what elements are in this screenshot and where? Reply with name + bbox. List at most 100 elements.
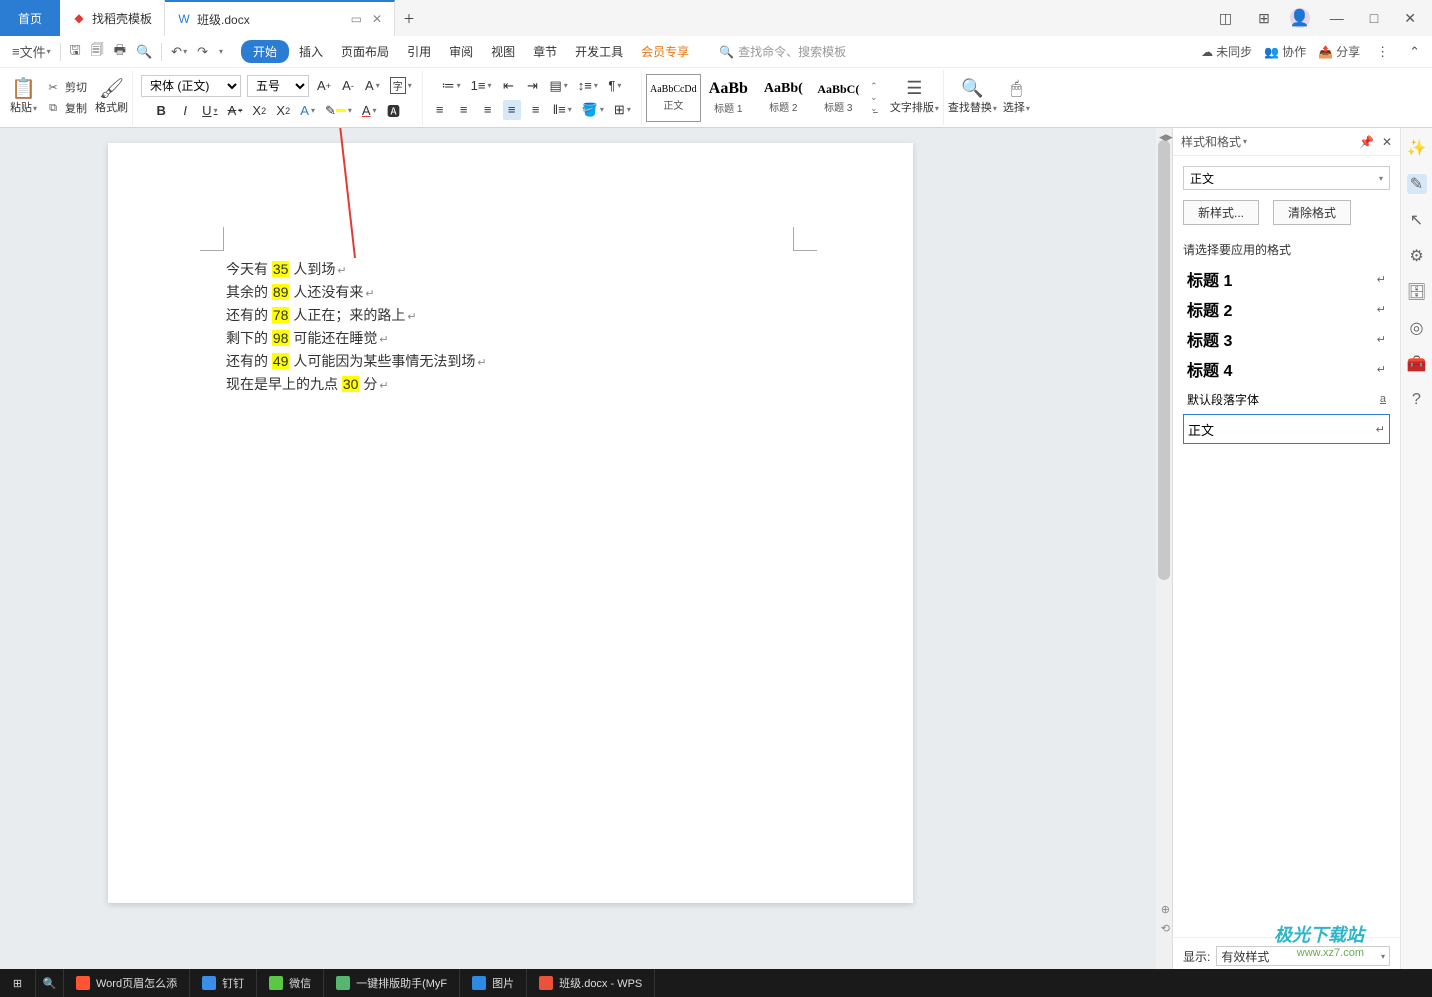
font-color-icon[interactable]: A xyxy=(360,101,379,121)
align-right-icon[interactable]: ≡ xyxy=(479,100,497,120)
display-filter-select[interactable]: 有效样式 ▾ xyxy=(1216,946,1390,966)
font-name-select[interactable]: 宋体 (正文) xyxy=(141,75,241,97)
shading-icon[interactable]: 🪣 xyxy=(580,100,606,120)
taskbar-item[interactable]: Word页眉怎么添 xyxy=(64,969,190,997)
menu-insert[interactable]: 插入 xyxy=(291,39,331,64)
select-tool-icon[interactable]: ↖ xyxy=(1407,210,1427,230)
collab-button[interactable]: 👥协作 xyxy=(1264,43,1306,60)
share-button[interactable]: 📤分享 xyxy=(1318,43,1360,60)
window-close-button[interactable]: ✕ xyxy=(1398,6,1422,31)
pane-pin-icon[interactable]: 📌 xyxy=(1359,135,1374,149)
font-size-select[interactable]: 五号 xyxy=(247,75,309,97)
zoom-tools2-icon[interactable]: ⟲ xyxy=(1161,922,1170,935)
menu-page-layout[interactable]: 页面布局 xyxy=(333,39,397,64)
style-list-item[interactable]: 标题 1↵ xyxy=(1183,264,1390,294)
document-canvas[interactable]: 今天有 35 人到场↵其余的 89 人还没有来↵还有的 78 人正在；来的路上↵… xyxy=(0,128,1172,997)
change-case-icon[interactable]: A xyxy=(363,76,382,96)
border-icon[interactable]: ⊞ xyxy=(612,100,633,120)
menu-member[interactable]: 会员专享 xyxy=(633,39,697,64)
assistant-icon[interactable]: ✨ xyxy=(1407,138,1427,158)
style-heading1[interactable]: AaBb 标题 1 xyxy=(701,74,756,122)
find-replace-button[interactable]: 🔍 查找替换▾ xyxy=(948,81,997,115)
doc-line[interactable]: 其余的 89 人还没有来↵ xyxy=(226,282,487,305)
maximize-button[interactable]: □ xyxy=(1364,6,1384,30)
para-marks-icon[interactable]: ¶ xyxy=(606,76,624,96)
align-center-icon[interactable]: ≡ xyxy=(455,100,473,120)
taskbar-item[interactable]: 班级.docx - WPS xyxy=(527,969,655,997)
gallery-down-icon[interactable]: ⌄ xyxy=(868,92,880,103)
doc-line[interactable]: 剩下的 98 可能还在睡觉↵ xyxy=(226,328,487,351)
style-list-item[interactable]: 标题 3↵ xyxy=(1183,324,1390,354)
style-list-item[interactable]: 标题 4↵ xyxy=(1183,354,1390,384)
vertical-scrollbar[interactable] xyxy=(1156,128,1172,997)
minimize-button[interactable]: — xyxy=(1324,6,1350,30)
italic-button[interactable]: I xyxy=(176,101,194,121)
doc-line[interactable]: 还有的 49 人可能因为某些事情无法到场↵ xyxy=(226,351,487,374)
styles-pane-toggle-icon[interactable]: ✎ xyxy=(1407,174,1427,194)
style-normal[interactable]: AaBbCcDd 正文 xyxy=(646,74,701,122)
align-justify-icon[interactable]: ≡ xyxy=(503,100,521,120)
zoom-tools-icon[interactable]: ⊕ xyxy=(1161,903,1170,916)
qat-print-icon[interactable]: 🖶 xyxy=(110,38,130,66)
style-list-item[interactable]: 标题 2↵ xyxy=(1183,294,1390,324)
qat-more-icon[interactable]: ▾ xyxy=(214,44,227,59)
tab-popout-icon[interactable]: ▭ xyxy=(351,12,362,26)
help-icon[interactable]: ? xyxy=(1407,390,1427,410)
document-text[interactable]: 今天有 35 人到场↵其余的 89 人还没有来↵还有的 78 人正在；来的路上↵… xyxy=(226,259,487,397)
menu-review[interactable]: 审阅 xyxy=(441,39,481,64)
qat-saveas-icon[interactable]: 🗐 xyxy=(87,38,108,66)
gallery-up-icon[interactable]: ⌃ xyxy=(868,81,880,92)
pane-close-icon[interactable]: ✕ xyxy=(1382,135,1392,149)
new-style-button[interactable]: 新样式... xyxy=(1183,200,1259,225)
qat-redo-icon[interactable]: ↷ xyxy=(193,41,212,63)
numbering-icon[interactable]: 1≡ xyxy=(469,76,494,96)
taskbar-item[interactable]: 微信 xyxy=(257,969,324,997)
underline-button[interactable]: U xyxy=(200,101,219,121)
increase-font-icon[interactable]: A+ xyxy=(315,76,333,96)
menu-more-icon[interactable]: ⋮ xyxy=(1372,41,1393,63)
tab-add-button[interactable]: ＋ xyxy=(395,0,423,36)
select-button[interactable]: 🖱 选择▾ xyxy=(1003,81,1030,115)
emphasis-icon[interactable]: 字 xyxy=(388,76,414,96)
bullets-icon[interactable]: ≔ xyxy=(440,76,463,96)
doc-line[interactable]: 今天有 35 人到场↵ xyxy=(226,259,487,282)
format-painter-button[interactable]: 🖌 格式刷 xyxy=(95,81,128,115)
strikethrough-button[interactable]: A xyxy=(226,101,245,121)
menu-chapter[interactable]: 章节 xyxy=(525,39,565,64)
doc-line[interactable]: 还有的 78 人正在；来的路上↵ xyxy=(226,305,487,328)
clear-format-button[interactable]: 清除格式 xyxy=(1273,200,1351,225)
current-style-select[interactable]: 正文 ▾ xyxy=(1183,166,1390,190)
taskbar-item[interactable]: 图片 xyxy=(460,969,527,997)
file-menu[interactable]: ≡ 文件 ▾ xyxy=(8,39,55,64)
taskbar-item[interactable]: 一键排版助手(MyF xyxy=(324,969,460,997)
menu-view[interactable]: 视图 xyxy=(483,39,523,64)
text-effect-icon[interactable]: A xyxy=(298,101,317,121)
start-button[interactable]: ⊞ xyxy=(0,969,36,997)
collapse-ribbon-icon[interactable]: ⌃ xyxy=(1405,41,1424,63)
nav-icon[interactable]: ◎ xyxy=(1407,318,1427,338)
text-layout-button[interactable]: ☰ 文字排版▾ xyxy=(890,81,939,115)
qat-save-icon[interactable]: 🖫 xyxy=(66,38,85,66)
superscript-button[interactable]: X2 xyxy=(250,101,268,121)
cut-button[interactable]: ✂剪切 xyxy=(41,78,91,96)
unsync-button[interactable]: ☁未同步 xyxy=(1201,43,1252,60)
tab-template[interactable]: ◆ 找稻壳模板 xyxy=(60,0,165,36)
style-heading2[interactable]: AaBb( 标题 2 xyxy=(756,74,811,122)
tab-home[interactable]: 首页 xyxy=(0,0,60,36)
decrease-font-icon[interactable]: A- xyxy=(339,76,357,96)
backup-icon[interactable]: 🗄 xyxy=(1407,282,1427,302)
alignment-dropdown-icon[interactable]: ▤ xyxy=(547,76,569,96)
menu-dev-tools[interactable]: 开发工具 xyxy=(567,39,631,64)
layout-icon[interactable]: ◫ xyxy=(1213,6,1238,31)
sort-icon[interactable]: ↕≡ xyxy=(576,76,600,96)
taskbar-search[interactable]: 🔍 xyxy=(36,969,64,997)
menu-reference[interactable]: 引用 xyxy=(399,39,439,64)
align-distribute-icon[interactable]: ≡ xyxy=(527,100,545,120)
paste-button[interactable]: 📋 粘贴▾ xyxy=(10,81,37,115)
copy-button[interactable]: ⧉复制 xyxy=(41,99,91,117)
bold-button[interactable]: B xyxy=(152,101,170,121)
taskbar-item[interactable]: 钉钉 xyxy=(190,969,257,997)
highlight-color-icon[interactable]: ✎ xyxy=(323,101,354,121)
gallery-expand-icon[interactable]: ⌄̲ xyxy=(868,103,880,114)
apps-icon[interactable]: ⊞ xyxy=(1252,6,1276,31)
